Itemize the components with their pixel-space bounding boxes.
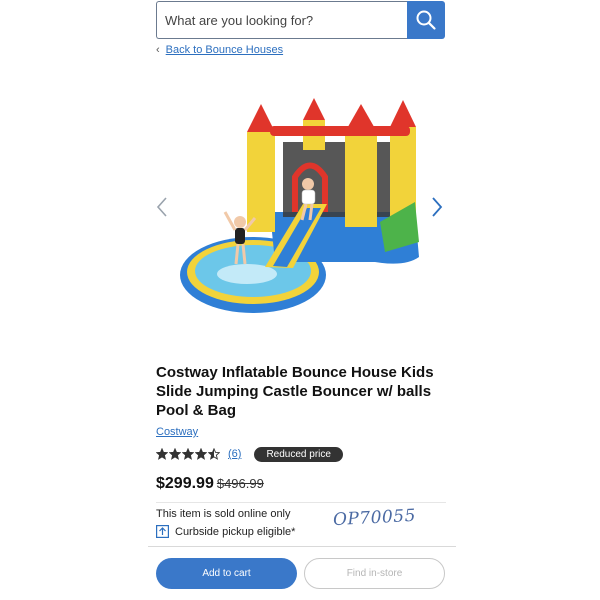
carousel-prev-button[interactable] xyxy=(156,196,168,223)
search-input[interactable] xyxy=(156,1,407,39)
rating-row: (6) Reduced price xyxy=(156,446,343,462)
star-icon xyxy=(195,448,207,460)
divider xyxy=(148,546,456,547)
search-icon xyxy=(416,10,436,30)
chevron-right-icon xyxy=(432,197,443,217)
curbside-pickup: Curbside pickup eligible* xyxy=(156,525,295,538)
online-only-text: This item is sold online only xyxy=(156,508,291,520)
back-link[interactable]: ‹ Back to Bounce Houses xyxy=(156,44,283,56)
handwritten-note: OP70055 xyxy=(332,505,417,531)
review-count-link[interactable]: (6) xyxy=(228,448,241,460)
search-bar xyxy=(156,1,445,39)
curbside-label: Curbside pickup eligible* xyxy=(175,525,296,538)
product-image[interactable] xyxy=(175,92,425,327)
store-pickup-icon xyxy=(156,525,169,538)
reduced-price-badge: Reduced price xyxy=(254,446,343,462)
star-icon xyxy=(208,448,220,460)
product-title: Costway Inflatable Bounce House Kids Sli… xyxy=(156,364,434,419)
find-in-store-button[interactable]: Find in-store xyxy=(304,558,445,589)
original-price: $496.99 xyxy=(216,476,264,491)
current-price: $299.99 xyxy=(156,475,214,492)
price-row: $299.99 $496.99 xyxy=(156,475,264,493)
chevron-left-icon xyxy=(156,197,167,217)
carousel-next-button[interactable] xyxy=(431,196,443,223)
add-to-cart-button[interactable]: Add to cart xyxy=(156,558,297,589)
star-rating xyxy=(156,448,220,460)
brand-link[interactable]: Costway xyxy=(156,426,198,438)
search-button[interactable] xyxy=(407,1,445,39)
star-icon xyxy=(182,448,194,460)
back-link-label: Back to Bounce Houses xyxy=(165,44,284,56)
divider xyxy=(156,502,446,503)
star-icon xyxy=(169,448,181,460)
chevron-left-small-icon: ‹ xyxy=(156,44,160,56)
star-icon xyxy=(156,448,168,460)
